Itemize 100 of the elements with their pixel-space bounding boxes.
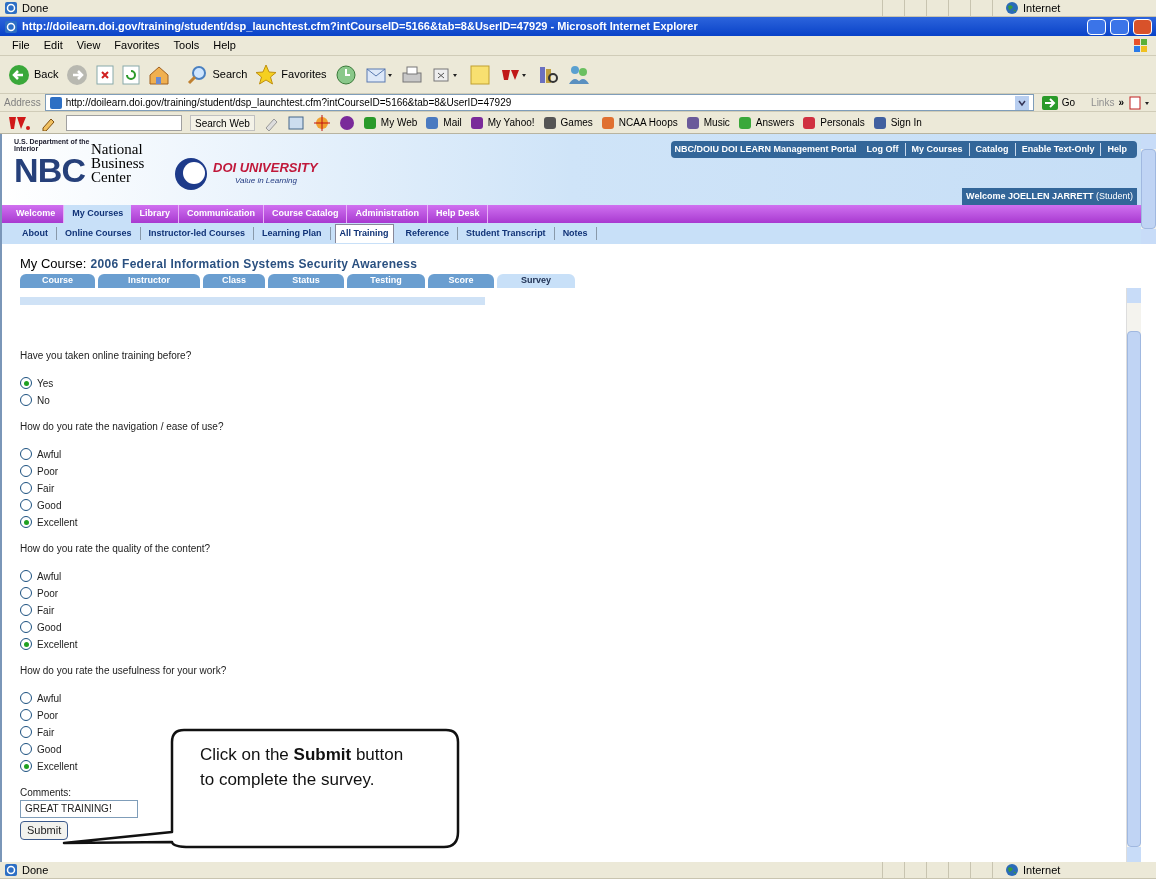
radio-option[interactable]: Good <box>20 618 62 636</box>
radio-button[interactable] <box>20 638 32 650</box>
radio-option[interactable]: Awful <box>20 567 62 585</box>
course-tab[interactable]: Survey <box>497 273 575 288</box>
radio-button[interactable] <box>20 760 32 772</box>
header-link[interactable]: Help <box>1100 142 1133 157</box>
radio-option[interactable]: Poor <box>20 706 59 724</box>
nav-tab[interactable]: My Courses <box>64 205 132 223</box>
home-icon[interactable] <box>148 64 171 85</box>
radio-button[interactable] <box>20 743 32 755</box>
subnav-tab[interactable]: Learning Plan <box>254 226 331 241</box>
header-link[interactable]: My Courses <box>904 142 969 157</box>
restore-button[interactable] <box>1110 18 1129 35</box>
page-icon <box>49 96 62 109</box>
round-badge-icon[interactable] <box>338 114 355 131</box>
chevron-button[interactable]: » <box>1118 95 1124 110</box>
radio-option[interactable]: Yes <box>20 374 54 392</box>
header-link[interactable]: Log Off <box>860 142 905 157</box>
pdf-icon[interactable] <box>1128 95 1152 110</box>
subnav-tab[interactable]: Notes <box>554 226 597 241</box>
radio-option[interactable]: Fair <box>20 723 55 741</box>
scrollbar[interactable] <box>1126 287 1141 862</box>
link-icon <box>872 115 887 130</box>
toolbar-link[interactable]: My Yahoo! <box>469 115 535 130</box>
link-icon <box>362 115 377 130</box>
radio-option[interactable]: Fair <box>20 479 55 497</box>
crosshair-icon[interactable] <box>312 114 331 131</box>
radio-option[interactable]: Good <box>20 496 62 514</box>
printer-icon[interactable] <box>400 63 423 86</box>
radio-option[interactable]: Excellent <box>20 757 78 775</box>
radio-option[interactable]: Excellent <box>20 513 78 531</box>
menu-item[interactable]: Favorites <box>114 37 160 54</box>
menu-item[interactable]: View <box>76 37 101 54</box>
radio-button[interactable] <box>20 448 32 460</box>
toolbar-link[interactable]: Sign In <box>872 115 922 130</box>
radio-option[interactable]: Awful <box>20 445 62 463</box>
zone-text: Internet <box>1023 0 1061 16</box>
toolbar-link[interactable]: Answers <box>737 115 795 130</box>
radio-button[interactable] <box>20 692 32 704</box>
tagline: Value in Learning <box>234 174 298 187</box>
menu-item[interactable]: File <box>12 37 30 54</box>
submit-button[interactable]: Submit <box>20 820 69 840</box>
history-icon[interactable] <box>334 63 357 86</box>
toolbar-link[interactable]: Games <box>542 115 593 130</box>
toolbar-link[interactable]: Mail <box>425 115 462 130</box>
radio-button[interactable] <box>20 621 32 633</box>
menu-item[interactable]: Help <box>213 37 236 54</box>
minimize-button[interactable] <box>1087 18 1106 35</box>
menu-item[interactable]: Edit <box>43 37 63 54</box>
radio-option[interactable]: Poor <box>20 584 59 602</box>
status-text: Done <box>22 0 49 16</box>
radio-button[interactable] <box>20 377 32 389</box>
radio-button[interactable] <box>20 394 32 406</box>
radio-option[interactable]: Poor <box>20 462 59 480</box>
address-field[interactable]: http://doilearn.doi.gov/training/student/dsp_launchtest.cfm?intCourseID=5166&tab=8&UserID=47929 <box>44 94 1034 111</box>
refresh-icon[interactable] <box>122 64 141 85</box>
comments-field[interactable]: GREAT TRAINING! <box>20 799 138 818</box>
menu-item[interactable]: Tools <box>173 37 200 54</box>
subnav-tab[interactable]: Reference <box>397 226 459 241</box>
dropdown-icon[interactable] <box>1014 95 1029 110</box>
radio-option[interactable]: Fair <box>20 601 55 619</box>
subnav-tab[interactable]: Student Transcript <box>458 226 555 241</box>
radio-button[interactable] <box>20 465 32 477</box>
link-icon <box>600 115 615 130</box>
go-button[interactable]: Go <box>1037 95 1080 110</box>
search-web-button[interactable]: Search Web <box>190 114 255 131</box>
toolbar-link[interactable]: NCAA Hoops <box>600 115 678 130</box>
radio-button[interactable] <box>20 516 32 528</box>
radio-button[interactable] <box>20 726 32 738</box>
subnav-tab[interactable]: Instructor-led Courses <box>140 226 255 241</box>
back-button[interactable]: Back <box>8 63 59 86</box>
radio-option[interactable]: Awful <box>20 689 62 707</box>
close-button[interactable] <box>1133 18 1152 35</box>
radio-button[interactable] <box>20 709 32 721</box>
subnav-tab[interactable]: About <box>14 226 57 241</box>
scrollbar[interactable] <box>1141 134 1156 244</box>
toolbar-link[interactable]: My Web <box>362 115 418 130</box>
toolbar-link[interactable]: Music <box>685 115 730 130</box>
radio-button[interactable] <box>20 499 32 511</box>
radio-button[interactable] <box>20 482 32 494</box>
subnav-tab[interactable]: All Training <box>334 224 394 243</box>
radio-option[interactable]: Excellent <box>20 635 78 653</box>
radio-option[interactable]: Good <box>20 740 62 758</box>
header-link[interactable]: Enable Text-Only <box>1014 142 1101 157</box>
subnav-tab[interactable]: Online Courses <box>57 226 141 241</box>
radio-button[interactable] <box>20 587 32 599</box>
question-text: How do you rate the quality of the content? <box>20 541 211 556</box>
favorites-button[interactable]: Favorites <box>255 63 327 86</box>
header-link[interactable]: Catalog <box>968 142 1015 157</box>
search-field[interactable] <box>66 114 182 131</box>
toolbar-link[interactable]: Personals <box>802 115 865 130</box>
stop-icon[interactable] <box>96 64 115 85</box>
radio-button[interactable] <box>20 570 32 582</box>
radio-button[interactable] <box>20 604 32 616</box>
radio-option[interactable]: No <box>20 391 50 409</box>
search-button[interactable]: Search <box>186 63 248 86</box>
university-name: DOI UNIVERSITY <box>213 160 318 175</box>
address-url: http://doilearn.doi.gov/training/student/dsp_launchtest.cfm?intCourseID=5166&tab=8&UserID=47929 <box>65 96 513 110</box>
people-icon[interactable] <box>566 63 591 86</box>
page-icon <box>4 863 18 877</box>
